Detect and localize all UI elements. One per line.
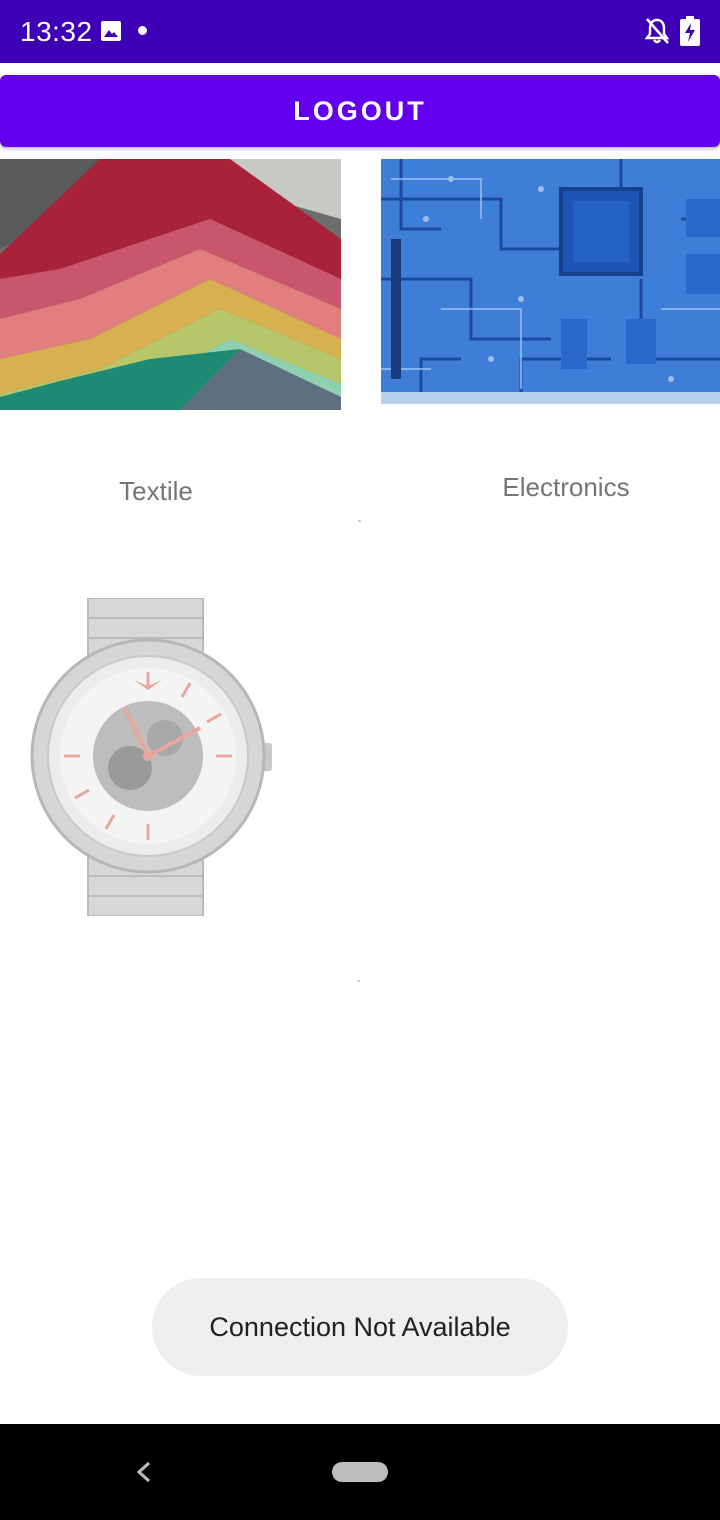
image-icon — [101, 21, 121, 41]
category-label-textile: Textile — [119, 476, 193, 506]
divider-mark — [358, 520, 361, 522]
toast-message: Connection Not Available — [152, 1278, 568, 1376]
category-tile-electronics[interactable] — [381, 159, 720, 404]
textile-fabric-image — [0, 159, 341, 410]
home-pill-icon[interactable] — [332, 1462, 388, 1482]
battery-charging-icon — [680, 16, 700, 46]
logout-button[interactable]: LOGOUT — [0, 75, 720, 147]
circuit-board-image — [381, 159, 720, 404]
category-label-electronics: Electronics — [502, 472, 630, 502]
wristwatch-image — [30, 598, 275, 916]
divider-mark — [357, 980, 360, 982]
notification-dot-icon — [138, 26, 147, 35]
back-icon[interactable] — [130, 1458, 158, 1486]
status-bar: 13:32 — [0, 0, 720, 63]
category-tile-watch[interactable] — [30, 598, 275, 916]
notifications-off-icon — [644, 18, 670, 44]
category-tile-textile[interactable] — [0, 159, 341, 410]
status-time: 13:32 — [20, 16, 93, 47]
